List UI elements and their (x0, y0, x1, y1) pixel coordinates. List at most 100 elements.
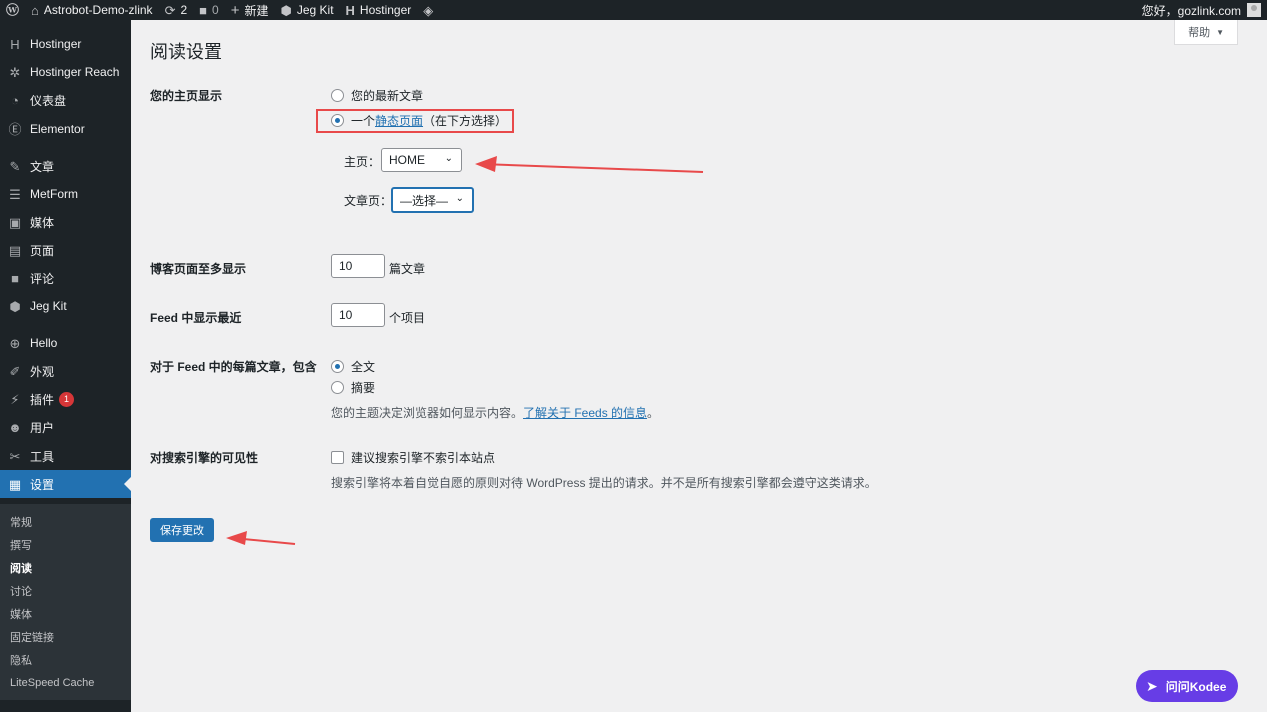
form-icon: ☰ (9, 186, 21, 202)
settings-submenu-item[interactable]: LiteSpeed Cache (0, 671, 131, 694)
jegkit-icon: ⬢ (9, 298, 21, 314)
settings-submenu-item[interactable]: 常规 (0, 510, 131, 533)
posts-page-value: —选择— (400, 193, 449, 208)
settings-submenu-item[interactable]: 阅读 (0, 556, 131, 579)
hostinger-icon: H (10, 36, 20, 52)
wrench-icon: ✂ (9, 448, 21, 464)
settings-submenu-item[interactable]: 讨论 (0, 579, 131, 602)
plugin-icon: ⚡ (10, 391, 20, 407)
sidebar-item[interactable]: H Hostinger (0, 30, 131, 58)
front-page-label: 主页： (344, 155, 381, 169)
help-label: 帮助 (1188, 27, 1211, 39)
caret-down-icon: ▼ (1216, 27, 1224, 37)
sidebar-item-label: 媒体 (30, 215, 55, 230)
media-icon: ▣ (8, 214, 22, 230)
save-changes-button[interactable]: 保存更改 (150, 518, 214, 542)
sidebar-item-label: 仪表盘 (30, 93, 67, 108)
sidebar-item[interactable]: ▤ 页面 (0, 236, 131, 264)
hostinger-menu[interactable]: H Hostinger (340, 0, 418, 20)
site-name-menu[interactable]: ⌂ Astrobot-Demo-zlink (25, 0, 159, 20)
sidebar-item[interactable]: ✐ 外观 (0, 357, 131, 385)
settings-submenu-item[interactable]: 隐私 (0, 648, 131, 671)
sidebar-item[interactable]: ▦ 设置 (0, 470, 131, 498)
radio-latest-posts[interactable]: 您的最新文章 (331, 87, 423, 104)
sidebar-item-label: 设置 (30, 477, 55, 492)
sidebar-item[interactable]: ◔ 仪表盘 (0, 86, 131, 114)
settings-submenu: 常规 撰写 阅读 讨论 媒体 固定链接 隐私 LiteSpeed Cache (0, 504, 131, 700)
feeds-info-link[interactable]: 了解关于 Feeds 的信息 (523, 406, 647, 420)
posts-page-select[interactable]: —选择— ⌄ (391, 187, 474, 213)
search-visibility-description: 搜索引擎将本着自觉自愿的原则对待 WordPress 提出的请求。并不是所有搜索… (331, 476, 877, 490)
sidebar-item-label: MetForm (30, 187, 78, 201)
new-content-menu[interactable]: + 新建 (225, 0, 275, 20)
reach-icon: ✲ (9, 64, 21, 80)
sidebar-item[interactable]: ⬢ Jeg Kit (0, 292, 131, 320)
radio-feed-summary[interactable]: 摘要 (331, 379, 375, 396)
settings-submenu-item[interactable]: 撰写 (0, 533, 131, 556)
elementor-icon: Ⓔ (8, 121, 22, 137)
sidebar-item-label: Jeg Kit (30, 299, 67, 313)
sidebar-item[interactable]: ☻ 用户 (0, 413, 131, 441)
sidebar-item[interactable]: Ⓔ Elementor (0, 115, 131, 143)
sidebar-item[interactable]: ☰ MetForm (0, 180, 131, 208)
jegkit-label: Jeg Kit (296, 3, 334, 17)
radio-feed-full-input[interactable] (331, 360, 344, 373)
sidebar-item[interactable]: ✂ 工具 (0, 442, 131, 470)
jegkit-menu[interactable]: ⬢ Jeg Kit (274, 0, 339, 20)
my-account-menu[interactable]: 您好，gozlink.com (1142, 0, 1267, 20)
blog-pages-label: 博客页面至多显示 (150, 262, 247, 276)
hostinger-icon: H (345, 2, 355, 18)
sidebar-item[interactable]: ■ 评论 (0, 264, 131, 292)
site-name: Astrobot-Demo-zlink (43, 3, 153, 17)
diamond-icon: ◈ (423, 2, 434, 18)
sidebar-item[interactable]: ⚡ 插件 1 (0, 385, 131, 413)
chevron-down-icon: ⌄ (444, 153, 453, 164)
annotation-arrow-save (226, 531, 296, 545)
sidebar-item-label: Hello (30, 336, 58, 350)
hello-icon: ⊕ (9, 335, 21, 351)
page-icon: ▤ (8, 242, 22, 258)
jegkit-icon: ⬢ (280, 2, 292, 18)
admin-bar: W ⌂ Astrobot-Demo-zlink ⟳ 2 ■ 0 + 新建 ⬢ J… (0, 0, 1267, 20)
search-visibility-checkbox[interactable]: 建议搜索引擎不索引本站点 (331, 449, 495, 466)
help-button[interactable]: 帮助 ▼ (1174, 20, 1238, 45)
new-label: 新建 (244, 3, 269, 18)
update-count-badge: 1 (59, 391, 75, 407)
sidebar-item-label: 外观 (30, 364, 55, 379)
updates-icon: ⟳ (164, 2, 176, 18)
updates-count: 2 (180, 3, 188, 17)
blog-pages-input[interactable]: 10 (331, 254, 385, 278)
sidebar-item[interactable]: ▣ 媒体 (0, 208, 131, 236)
kodee-icon: ➤ (1146, 677, 1158, 694)
hostinger-label: Hostinger (359, 3, 412, 17)
comment-bubble-icon: ■ (199, 2, 208, 18)
front-page-select[interactable]: HOME ⌄ (381, 148, 462, 172)
feed-count-input[interactable]: 10 (331, 303, 385, 327)
sidebar-item[interactable]: ⊕ Hello (0, 329, 131, 357)
diamond-menu[interactable]: ◈ (417, 0, 439, 20)
settings-submenu-item[interactable]: 媒体 (0, 602, 131, 625)
wp-logo-menu[interactable]: W (0, 0, 25, 20)
svg-text:W: W (7, 5, 17, 14)
sidebar-item-label: 页面 (30, 243, 55, 258)
ask-kodee-button[interactable]: ➤ 问问Kodee (1136, 670, 1238, 702)
sidebar-item-label: 评论 (30, 271, 55, 286)
search-visibility-checkbox-input[interactable] (331, 451, 344, 464)
radio-latest-posts-input[interactable] (331, 89, 344, 102)
avatar (1247, 3, 1261, 17)
sidebar-item[interactable]: ✲ Hostinger Reach (0, 58, 131, 86)
radio-feed-full[interactable]: 全文 (331, 358, 375, 375)
sidebar-item[interactable]: ✎ 文章 (0, 152, 131, 180)
comments-count: 0 (212, 3, 219, 17)
feed-count-unit: 个项目 (389, 311, 426, 325)
front-page-value: HOME (389, 153, 425, 167)
sidebar-item-label: 插件 (30, 392, 55, 407)
feed-desc-suffix: 。 (647, 406, 660, 420)
settings-submenu-item[interactable]: 固定链接 (0, 625, 131, 648)
wordpress-icon: W (6, 2, 19, 18)
comments-menu[interactable]: ■ 0 (193, 0, 225, 20)
comment-icon: ■ (11, 270, 19, 286)
updates-menu[interactable]: ⟳ 2 (159, 0, 194, 20)
home-icon: ⌂ (31, 2, 39, 18)
radio-feed-summary-input[interactable] (331, 381, 344, 394)
